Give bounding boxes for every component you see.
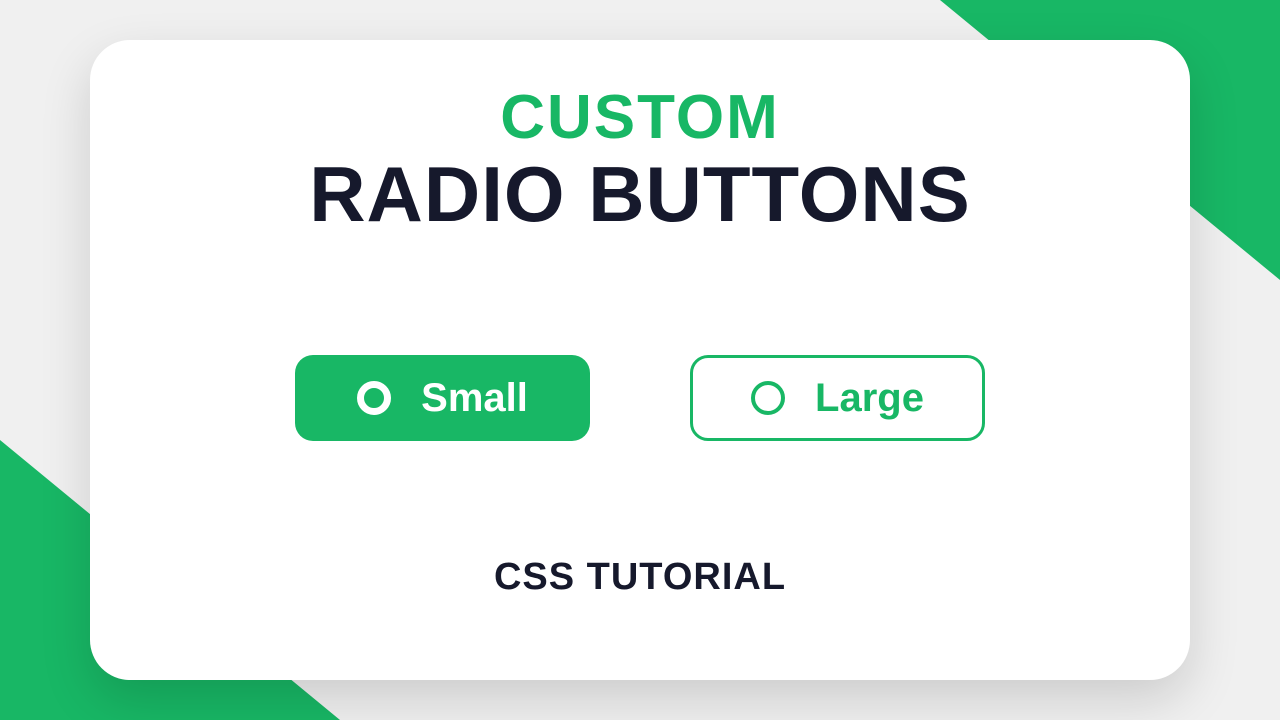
radio-unselected-icon <box>751 381 785 415</box>
radio-options-row: Small Large <box>295 355 985 441</box>
radio-option-small[interactable]: Small <box>295 355 590 441</box>
title-custom: CUSTOM <box>500 82 780 153</box>
radio-option-label: Large <box>815 376 924 421</box>
radio-selected-icon <box>357 381 391 415</box>
radio-option-label: Small <box>421 376 528 421</box>
radio-option-large[interactable]: Large <box>690 355 985 441</box>
title-radio-buttons: RADIO BUTTONS <box>309 149 971 240</box>
tutorial-card: CUSTOM RADIO BUTTONS Small Large CSS TUT… <box>90 40 1190 680</box>
footer-label: CSS TUTORIAL <box>494 556 786 599</box>
